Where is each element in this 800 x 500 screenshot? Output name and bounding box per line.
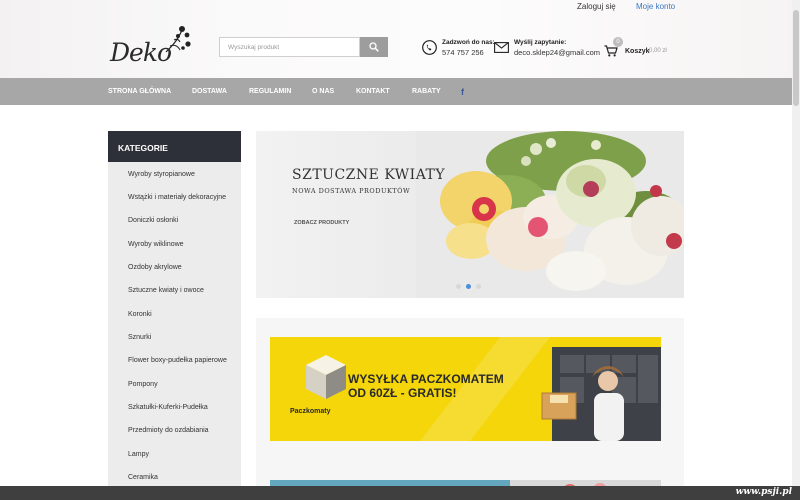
sidebar-title: KATEGORIE: [108, 131, 241, 162]
paczkomat-banner[interactable]: WYSYŁKA PACZKOMATEM OD 60ZŁ - GRATIS! Pa…: [270, 337, 661, 441]
nav-item-home[interactable]: Strona główna: [108, 88, 171, 95]
my-account-link[interactable]: Moje konto: [636, 2, 675, 11]
category-item[interactable]: Przedmioty do ozdabiania: [128, 427, 209, 434]
page-scrollbar[interactable]: [792, 0, 800, 500]
category-item[interactable]: Pompony: [128, 381, 158, 388]
main-nav: Strona główna Dostawa Regulamin O nas Ko…: [0, 78, 792, 105]
see-products-button[interactable]: ZOBACZ PRODUKTY: [294, 220, 349, 226]
cart-amount: 0,00 zł: [649, 48, 667, 54]
login-link[interactable]: Zaloguj się: [577, 2, 616, 11]
phone-title: Zadzwoń do nas:: [442, 39, 495, 46]
category-item[interactable]: Doniczki osłonki: [128, 217, 178, 224]
phone-contact[interactable]: Zadzwoń do nas: 574 757 256: [422, 38, 495, 58]
category-item[interactable]: Sztuczne kwiaty i owoce: [128, 287, 204, 294]
slider-dot-active[interactable]: [466, 284, 471, 289]
search-icon: [369, 42, 379, 52]
watermark-bar: www.psji.pl: [0, 486, 800, 500]
search-input[interactable]: Wyszukaj produkt: [219, 37, 360, 57]
category-item[interactable]: Wstążki i materiały dekoracyjne: [128, 194, 226, 201]
nav-item-delivery[interactable]: Dostawa: [192, 88, 227, 95]
category-item[interactable]: Wyroby styropianowe: [128, 171, 195, 178]
nav-item-discounts[interactable]: Rabaty: [412, 88, 441, 95]
nav-item-about[interactable]: O nas: [312, 88, 334, 95]
promo-line-2: OD 60ZŁ - GRATIS!: [348, 386, 457, 400]
nav-item-terms[interactable]: Regulamin: [249, 88, 291, 95]
category-item[interactable]: Wyroby wiklinowe: [128, 241, 184, 248]
category-item[interactable]: Ozdoby akrylowe: [128, 264, 182, 271]
category-item[interactable]: Szkatułki-Kuferki-Pudełka: [128, 404, 208, 411]
category-item[interactable]: Ceramika: [128, 474, 158, 481]
flowers-image: [416, 131, 684, 298]
mail-title: Wyślij zapytanie:: [514, 39, 567, 46]
cart-button[interactable]: 0 Koszyk 0,00 zł: [604, 37, 674, 60]
category-item[interactable]: Koronki: [128, 311, 152, 318]
mail-icon: [494, 42, 509, 53]
category-sidebar: KATEGORIE Wyroby styropianowe Wstążki i …: [108, 131, 241, 500]
category-item[interactable]: Sznurki: [128, 334, 151, 341]
cart-label: Koszyk: [625, 48, 650, 55]
nav-item-contact[interactable]: Kontakt: [356, 88, 390, 95]
promo-line-1: WYSYŁKA PACZKOMATEM: [348, 372, 504, 386]
phone-number: 574 757 256: [442, 48, 484, 57]
logo-text: Deko: [110, 38, 172, 67]
phone-icon: [422, 40, 437, 55]
slider-dot[interactable]: [456, 284, 461, 289]
category-item[interactable]: Lampy: [128, 451, 149, 458]
site-header: Zaloguj się Moje konto Deko Wyszukaj pro…: [0, 0, 800, 78]
scroll-thumb[interactable]: [793, 10, 799, 106]
promo-text: WYSYŁKA PACZKOMATEM OD 60ZŁ - GRATIS!: [348, 372, 504, 400]
hero-subtitle: NOWA DOSTAWA PRODUKTÓW: [292, 187, 411, 195]
email-contact[interactable]: Wyślij zapytanie: deco.sklep24@gmail.com: [494, 38, 602, 58]
watermark-text: www.psji.pl: [735, 487, 792, 497]
cart-count-badge: 0: [613, 37, 623, 47]
slider-dot[interactable]: [476, 284, 481, 289]
facebook-icon[interactable]: f: [461, 87, 464, 97]
paczkomaty-logo-label: Paczkomaty: [290, 408, 331, 415]
logo[interactable]: Deko: [108, 22, 194, 68]
email-address: deco.sklep24@gmail.com: [514, 48, 600, 57]
category-item[interactable]: Flower boxy-pudełka papierowe: [128, 357, 227, 364]
search-button[interactable]: [360, 37, 388, 57]
hero-slider[interactable]: SZTUCZNE KWIATY NOWA DOSTAWA PRODUKTÓW Z…: [256, 131, 684, 298]
hero-title: SZTUCZNE KWIATY: [292, 167, 446, 183]
